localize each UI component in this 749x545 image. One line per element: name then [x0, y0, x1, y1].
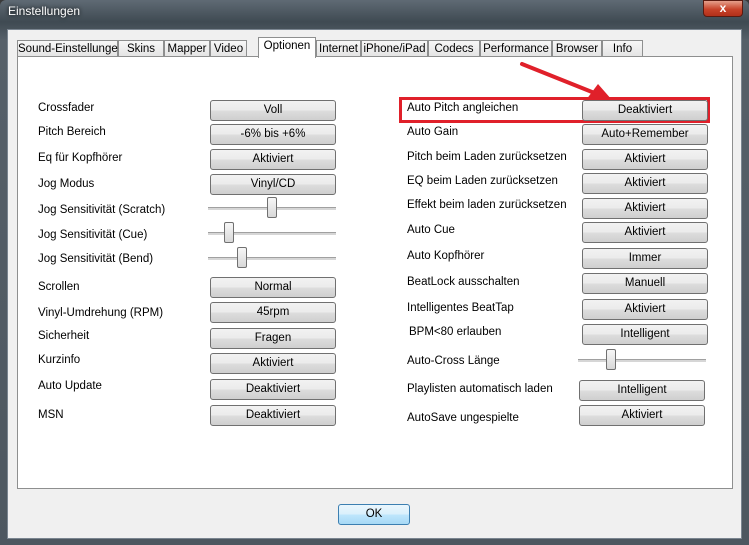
red-arrow-annotation	[520, 62, 612, 100]
arrow-shaft	[520, 62, 604, 98]
settings-window: Einstellungen x Sound-Einstellungen Skin…	[0, 0, 749, 545]
tab-optionen[interactable]: Optionen	[258, 37, 316, 58]
